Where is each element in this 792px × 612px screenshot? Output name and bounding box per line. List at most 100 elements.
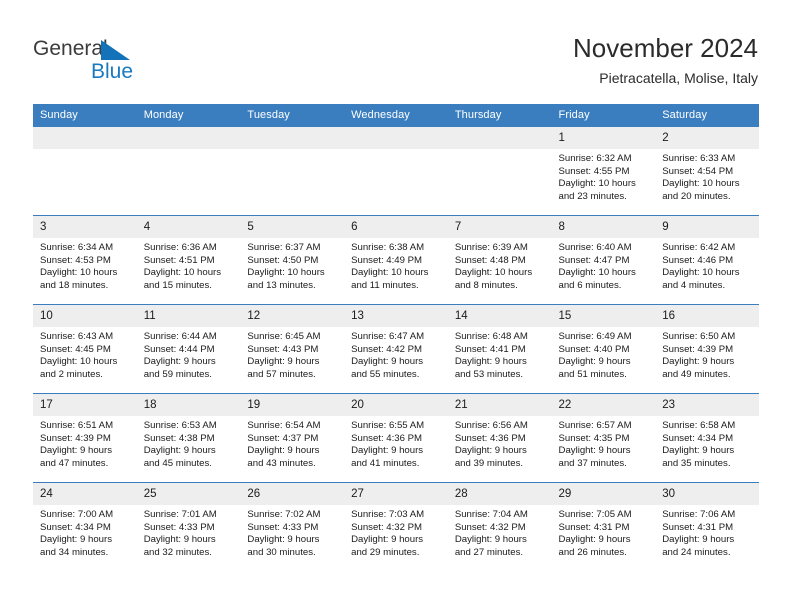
calendar-cell-day[interactable]: 2 Sunrise: 6:33 AM Sunset: 4:54 PM Daylight… bbox=[655, 126, 759, 216]
day-number bbox=[136, 127, 241, 149]
day-sun-info: Sunrise: 7:00 AM Sunset: 4:34 PM Daylight:… bbox=[33, 505, 137, 559]
calendar-cell-day[interactable]: 27 Sunrise: 7:03 AM Sunset: 4:32 PM Dayligh… bbox=[344, 482, 448, 572]
day-sun-info: Sunrise: 7:05 AM Sunset: 4:31 PM Daylight:… bbox=[552, 505, 656, 559]
day-sun-info: Sunrise: 6:38 AM Sunset: 4:49 PM Daylight:… bbox=[344, 238, 448, 292]
calendar-cell-day[interactable]: 22 Sunrise: 6:57 AM Sunset: 4:35 PM Dayligh… bbox=[551, 393, 656, 483]
calendar-week-row: 17 Sunrise: 6:51 AM Sunset: 4:39 PM Dayligh… bbox=[33, 393, 759, 483]
calendar-cell-day[interactable]: 4 Sunrise: 6:36 AM Sunset: 4:51 PM Daylight… bbox=[136, 215, 241, 305]
sunrise-text: Sunrise: 7:05 AM bbox=[558, 509, 632, 520]
calendar-cell-day[interactable]: 16 Sunrise: 6:50 AM Sunset: 4:39 PM Dayligh… bbox=[655, 304, 759, 394]
calendar-header-row: Sunday Monday Tuesday Wednesday Thursday… bbox=[33, 104, 759, 127]
general-blue-logo[interactable]: General Blue bbox=[33, 36, 163, 84]
daylight-text-line1: Daylight: 9 hours bbox=[454, 356, 527, 368]
sunrise-text: Sunrise: 6:49 AM bbox=[558, 331, 632, 342]
sunset-text: Sunset: 4:44 PM bbox=[143, 343, 215, 355]
title-block: November 2024 Pietracatella, Molise, Ita… bbox=[573, 32, 758, 87]
calendar-cell-day[interactable]: 9 Sunrise: 6:42 AM Sunset: 4:46 PM Daylight… bbox=[655, 215, 759, 305]
day-sun-info: Sunrise: 6:56 AM Sunset: 4:36 PM Daylight:… bbox=[448, 416, 552, 470]
calendar-cell-day[interactable]: 11 Sunrise: 6:44 AM Sunset: 4:44 PM Dayligh… bbox=[136, 304, 241, 394]
calendar-cell-day[interactable]: 3 Sunrise: 6:34 AM Sunset: 4:53 PM Daylight… bbox=[33, 215, 137, 305]
day-sun-info: Sunrise: 7:01 AM Sunset: 4:33 PM Daylight:… bbox=[137, 505, 241, 559]
day-sun-info: Sunrise: 6:53 AM Sunset: 4:38 PM Daylight:… bbox=[137, 416, 241, 470]
day-sun-info: Sunrise: 6:34 AM Sunset: 4:53 PM Daylight:… bbox=[33, 238, 137, 292]
calendar-cell-day[interactable]: 24 Sunrise: 7:00 AM Sunset: 4:34 PM Dayligh… bbox=[33, 482, 137, 572]
sunset-text: Sunset: 4:39 PM bbox=[40, 432, 111, 444]
sunrise-text: Sunrise: 6:42 AM bbox=[662, 242, 736, 253]
calendar-cell-day[interactable]: 25 Sunrise: 7:01 AM Sunset: 4:33 PM Dayligh… bbox=[136, 482, 241, 572]
calendar-cell-day[interactable]: 1 Sunrise: 6:32 AM Sunset: 4:55 PM Daylight… bbox=[551, 126, 656, 216]
day-sun-info: Sunrise: 6:54 AM Sunset: 4:37 PM Daylight:… bbox=[240, 416, 344, 470]
sunrise-text: Sunrise: 7:01 AM bbox=[143, 509, 217, 520]
daylight-text-line2: and 39 minutes. bbox=[454, 457, 524, 469]
calendar-cell-day[interactable]: 8 Sunrise: 6:40 AM Sunset: 4:47 PM Daylight… bbox=[551, 215, 656, 305]
sunset-text: Sunset: 4:36 PM bbox=[351, 432, 423, 444]
daylight-text-line1: Daylight: 10 hours bbox=[40, 356, 118, 368]
calendar-cell-day[interactable]: 28 Sunrise: 7:04 AM Sunset: 4:32 PM Dayligh… bbox=[447, 482, 552, 572]
sunrise-text: Sunrise: 6:40 AM bbox=[558, 242, 632, 253]
calendar-cell-day[interactable]: 19 Sunrise: 6:54 AM Sunset: 4:37 PM Dayligh… bbox=[240, 393, 345, 483]
calendar-cell-day[interactable]: 12 Sunrise: 6:45 AM Sunset: 4:43 PM Dayligh… bbox=[240, 304, 345, 394]
daylight-text-line2: and 23 minutes. bbox=[558, 190, 627, 202]
daylight-text-line2: and 8 minutes. bbox=[454, 279, 518, 291]
day-number: 7 bbox=[447, 216, 552, 238]
day-sun-info: Sunrise: 6:42 AM Sunset: 4:46 PM Daylight:… bbox=[655, 238, 759, 292]
sunrise-text: Sunrise: 6:50 AM bbox=[662, 331, 736, 342]
day-number: 14 bbox=[447, 305, 552, 327]
calendar-cell-day[interactable]: 6 Sunrise: 6:38 AM Sunset: 4:49 PM Daylight… bbox=[344, 215, 448, 305]
calendar-cell-day[interactable]: 23 Sunrise: 6:58 AM Sunset: 4:34 PM Dayligh… bbox=[655, 393, 759, 483]
day-number: 30 bbox=[655, 483, 759, 505]
calendar-cell-day[interactable]: 13 Sunrise: 6:47 AM Sunset: 4:42 PM Dayligh… bbox=[344, 304, 448, 394]
daylight-text-line2: and 32 minutes. bbox=[143, 546, 212, 558]
sunset-text: Sunset: 4:33 PM bbox=[143, 521, 215, 533]
calendar-cell-day[interactable]: 17 Sunrise: 6:51 AM Sunset: 4:39 PM Dayligh… bbox=[33, 393, 137, 483]
calendar-cell-day[interactable]: 5 Sunrise: 6:37 AM Sunset: 4:50 PM Daylight… bbox=[240, 215, 345, 305]
calendar-cell-day[interactable]: 15 Sunrise: 6:49 AM Sunset: 4:40 PM Dayligh… bbox=[551, 304, 656, 394]
sunset-text: Sunset: 4:49 PM bbox=[351, 254, 423, 266]
daylight-text-line1: Daylight: 9 hours bbox=[40, 445, 112, 457]
sunset-text: Sunset: 4:47 PM bbox=[558, 254, 630, 266]
calendar-cell-day[interactable]: 26 Sunrise: 7:02 AM Sunset: 4:33 PM Dayligh… bbox=[240, 482, 345, 572]
day-number: 20 bbox=[344, 394, 448, 416]
day-sun-info: Sunrise: 6:58 AM Sunset: 4:34 PM Daylight:… bbox=[655, 416, 759, 470]
calendar-cell-day[interactable]: 20 Sunrise: 6:55 AM Sunset: 4:36 PM Dayligh… bbox=[344, 393, 448, 483]
day-sun-info: Sunrise: 6:37 AM Sunset: 4:50 PM Daylight:… bbox=[240, 238, 344, 292]
calendar-cell-day[interactable]: 21 Sunrise: 6:56 AM Sunset: 4:36 PM Dayligh… bbox=[447, 393, 552, 483]
sunrise-text: Sunrise: 6:32 AM bbox=[558, 153, 632, 164]
daylight-text-line1: Daylight: 9 hours bbox=[558, 534, 631, 546]
sunset-text: Sunset: 4:42 PM bbox=[351, 343, 423, 355]
calendar-cell-day[interactable]: 7 Sunrise: 6:39 AM Sunset: 4:48 PM Daylight… bbox=[447, 215, 552, 305]
weekday-header-sunday: Sunday bbox=[33, 104, 137, 127]
calendar-cell-day[interactable]: 29 Sunrise: 7:05 AM Sunset: 4:31 PM Dayligh… bbox=[551, 482, 656, 572]
daylight-text-line2: and 27 minutes. bbox=[454, 546, 524, 558]
day-number: 27 bbox=[344, 483, 448, 505]
day-sun-info: Sunrise: 6:40 AM Sunset: 4:47 PM Daylight:… bbox=[552, 238, 656, 292]
day-number: 15 bbox=[551, 305, 656, 327]
day-sun-info: Sunrise: 6:36 AM Sunset: 4:51 PM Daylight:… bbox=[137, 238, 241, 292]
day-number: 23 bbox=[655, 394, 759, 416]
calendar-week-row: 24 Sunrise: 7:00 AM Sunset: 4:34 PM Dayligh… bbox=[33, 482, 759, 572]
calendar-cell-day[interactable]: 14 Sunrise: 6:48 AM Sunset: 4:41 PM Dayligh… bbox=[447, 304, 552, 394]
calendar-cell-day[interactable]: 10 Sunrise: 6:43 AM Sunset: 4:45 PM Dayligh… bbox=[33, 304, 137, 394]
sunrise-text: Sunrise: 6:33 AM bbox=[662, 153, 736, 164]
day-number: 26 bbox=[240, 483, 345, 505]
daylight-text-line2: and 29 minutes. bbox=[351, 546, 420, 558]
daylight-text-line1: Daylight: 9 hours bbox=[662, 445, 735, 457]
sunset-text: Sunset: 4:32 PM bbox=[351, 521, 423, 533]
day-sun-info: Sunrise: 6:51 AM Sunset: 4:39 PM Daylight:… bbox=[33, 416, 137, 470]
calendar-cell-day[interactable]: 18 Sunrise: 6:53 AM Sunset: 4:38 PM Dayligh… bbox=[136, 393, 241, 483]
day-number: 24 bbox=[33, 483, 137, 505]
sunrise-text: Sunrise: 6:39 AM bbox=[454, 242, 528, 253]
day-sun-info: Sunrise: 6:33 AM Sunset: 4:54 PM Daylight:… bbox=[655, 149, 759, 203]
daylight-text-line1: Daylight: 10 hours bbox=[247, 267, 325, 279]
sunset-text: Sunset: 4:34 PM bbox=[40, 521, 111, 533]
sunrise-text: Sunrise: 6:55 AM bbox=[351, 420, 425, 431]
daylight-text-line2: and 34 minutes. bbox=[40, 546, 109, 558]
day-number: 21 bbox=[447, 394, 552, 416]
daylight-text-line1: Daylight: 9 hours bbox=[143, 445, 216, 457]
sunrise-text: Sunrise: 6:43 AM bbox=[40, 331, 114, 342]
calendar-cell-day[interactable]: 30 Sunrise: 7:06 AM Sunset: 4:31 PM Dayligh… bbox=[655, 482, 759, 572]
daylight-text-line1: Daylight: 10 hours bbox=[351, 267, 429, 279]
calendar-cell-empty bbox=[136, 126, 241, 216]
sunrise-text: Sunrise: 7:04 AM bbox=[454, 509, 528, 520]
calendar-cell-empty bbox=[344, 126, 448, 216]
